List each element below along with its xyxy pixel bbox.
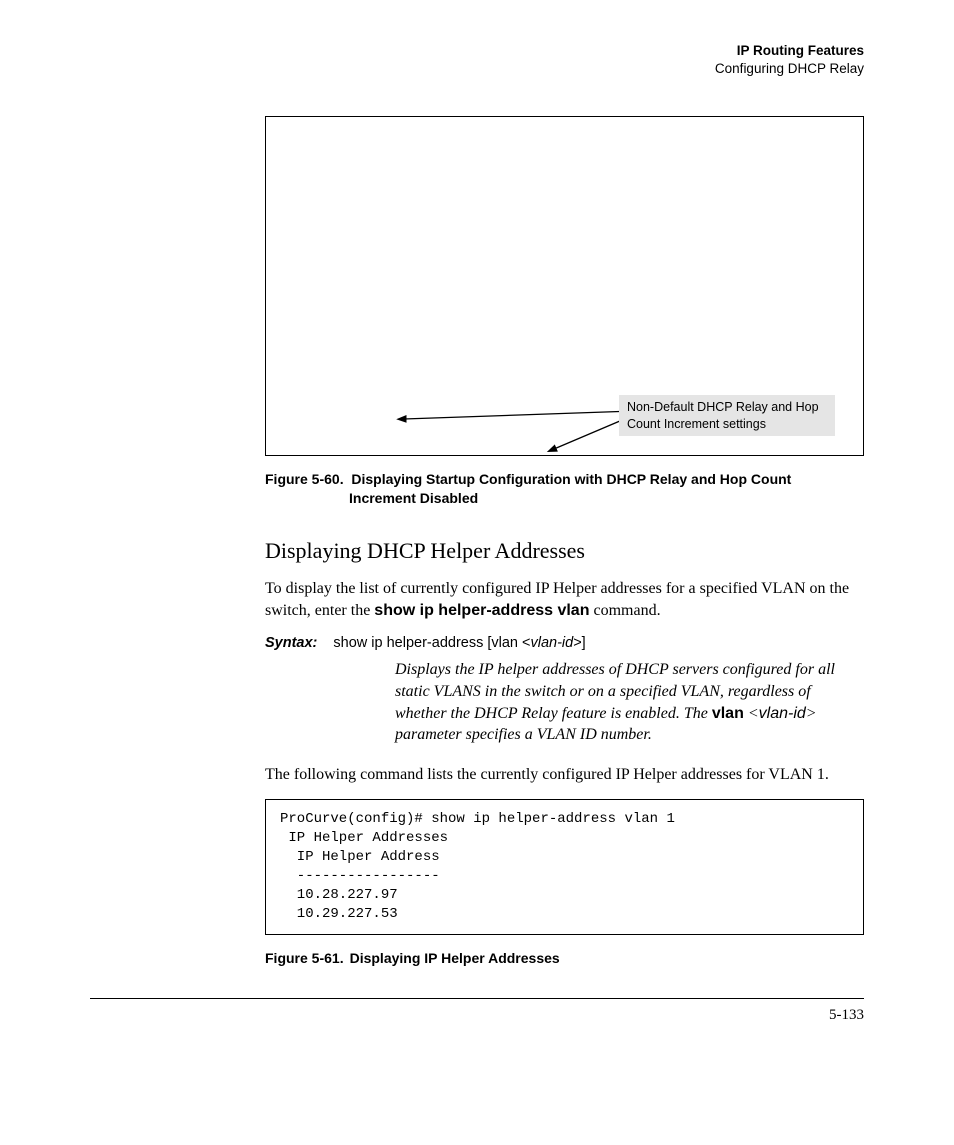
subsection-heading: Displaying DHCP Helper Addresses [265, 538, 864, 564]
arrow-diagram [396, 393, 634, 453]
desc-it: vlan-id [759, 705, 806, 722]
figure-60-caption: Figure 5-60. Displaying Startup Configur… [265, 470, 864, 508]
figure-60-caption-line1: Displaying Startup Configuration with DH… [351, 471, 791, 487]
page: IP Routing Features Configuring DHCP Rel… [0, 0, 954, 1145]
paragraph-2: The following command lists the currentl… [265, 764, 864, 786]
figure-60-box: Non-Default DHCP Relay and Hop Count Inc… [265, 116, 864, 456]
syntax-description: Displays the IP helper addresses of DHCP… [395, 659, 864, 745]
syntax-text-a: show ip helper-address [vlan < [333, 635, 530, 651]
paragraph-1: To display the list of currently configu… [265, 578, 864, 621]
syntax-text-b: >] [573, 635, 586, 651]
syntax-line: Syntax: show ip helper-address [vlan <vl… [265, 635, 864, 651]
page-number: 5-133 [90, 1007, 864, 1024]
code-example: ProCurve(config)# show ip helper-address… [265, 799, 864, 934]
footer-rule [90, 998, 864, 999]
syntax-vlan-id: vlan-id [531, 635, 574, 651]
section-title: Configuring DHCP Relay [90, 60, 864, 78]
para1-text-b: command. [589, 602, 660, 619]
chapter-title: IP Routing Features [90, 42, 864, 60]
syntax-label: Syntax: [265, 635, 317, 651]
desc-t2: < [744, 705, 759, 722]
figure-61-number: Figure 5-61. [265, 949, 344, 968]
figure-60-annotation: Non-Default DHCP Relay and Hop Count Inc… [619, 395, 835, 436]
desc-bold: vlan [712, 705, 744, 722]
figure-61-text: Displaying IP Helper Addresses [350, 949, 560, 968]
figure-61-caption: Figure 5-61. Displaying IP Helper Addres… [265, 949, 864, 968]
running-head: IP Routing Features Configuring DHCP Rel… [90, 42, 864, 78]
para1-command: show ip helper-address vlan [374, 602, 589, 619]
figure-60-number: Figure 5-60. [265, 471, 344, 487]
content-column: Non-Default DHCP Relay and Hop Count Inc… [265, 116, 864, 967]
figure-60-caption-line2: Increment Disabled [349, 490, 478, 506]
